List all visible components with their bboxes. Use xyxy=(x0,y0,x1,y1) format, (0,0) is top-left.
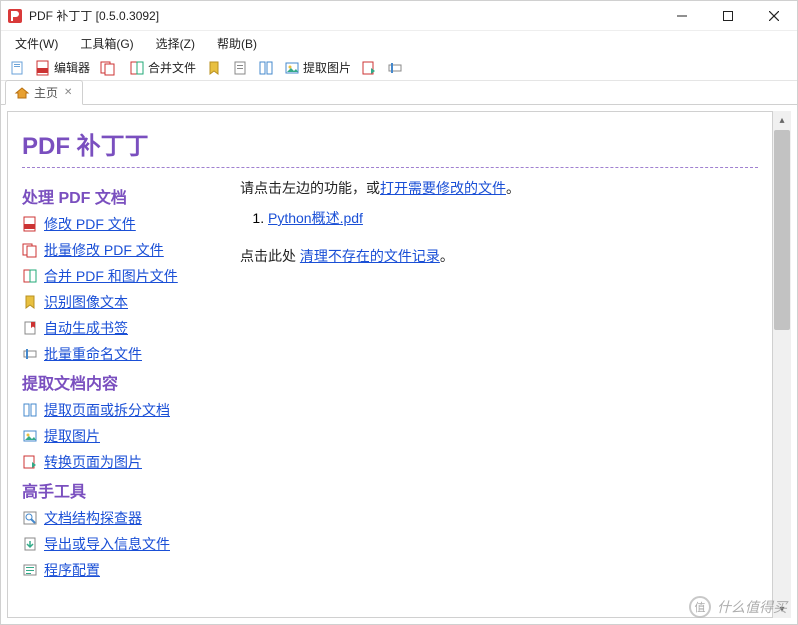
clean-pre: 点击此处 xyxy=(240,248,300,264)
bookmark-icon xyxy=(206,60,222,76)
intro-text: 请点击左边的功能，或打开需要修改的文件。 xyxy=(240,178,758,198)
toolbar-merge[interactable]: 合并文件 xyxy=(125,57,200,78)
menu-select[interactable]: 选择(Z) xyxy=(146,33,205,54)
close-button[interactable] xyxy=(751,1,797,31)
title-bar: PDF 补丁丁 [0.5.0.3092] xyxy=(1,1,797,31)
link-ocr[interactable]: 识别图像文本 xyxy=(44,292,128,312)
page-icon xyxy=(9,60,25,76)
toolbar-btn-a[interactable] xyxy=(5,58,29,78)
toolbar-editor[interactable]: 编辑器 xyxy=(31,57,94,78)
recent-files-list: Python概述.pdf xyxy=(268,208,758,228)
pdf-icon xyxy=(35,60,51,76)
toolbar-extract-img-label: 提取图片 xyxy=(303,59,351,76)
menu-help[interactable]: 帮助(B) xyxy=(207,33,267,54)
link-config[interactable]: 程序配置 xyxy=(44,560,100,580)
image-icon xyxy=(284,60,300,76)
bookmark-gen-icon xyxy=(22,320,38,336)
toolbar-btn-b[interactable] xyxy=(202,58,226,78)
menu-toolbox[interactable]: 工具箱(G) xyxy=(70,33,143,54)
window-title: PDF 补丁丁 [0.5.0.3092] xyxy=(29,7,659,24)
doc-icon xyxy=(232,60,248,76)
section-advanced-title: 高手工具 xyxy=(22,478,222,502)
scroll-thumb[interactable] xyxy=(774,130,790,330)
toolbar-btn-c[interactable] xyxy=(228,58,252,78)
batch-icon xyxy=(100,60,116,76)
scroll-up-button[interactable]: ▴ xyxy=(773,111,791,129)
link-merge[interactable]: 合并 PDF 和图片文件 xyxy=(44,266,178,286)
intro-pre: 请点击左边的功能，或 xyxy=(240,180,380,196)
function-list: 处理 PDF 文档 修改 PDF 文件 批量修改 PDF 文件 合并 PDF 和… xyxy=(22,178,222,580)
link-extract-pages[interactable]: 提取页面或拆分文档 xyxy=(44,400,170,420)
vertical-scrollbar[interactable]: ▴ ▾ xyxy=(773,111,791,618)
app-icon xyxy=(7,8,23,24)
menu-file[interactable]: 文件(W) xyxy=(5,33,68,54)
split-icon xyxy=(258,60,274,76)
inspector-icon xyxy=(22,510,38,526)
intro-post: 。 xyxy=(506,180,520,196)
toolbar-btn-e[interactable] xyxy=(357,58,381,78)
divider xyxy=(22,167,758,168)
link-bookmarks[interactable]: 自动生成书签 xyxy=(44,318,128,338)
clean-text: 点击此处 清理不存在的文件记录。 xyxy=(240,246,758,266)
rename-icon xyxy=(22,346,38,362)
toolbar-merge-label: 合并文件 xyxy=(148,59,196,76)
app-window: PDF 补丁丁 [0.5.0.3092] 文件(W) 工具箱(G) 选择(Z) … xyxy=(0,0,798,625)
toolbar-btn-f[interactable] xyxy=(383,58,407,78)
toolbar: 编辑器 合并文件 提取图片 xyxy=(1,55,797,81)
toolbar-btn-d[interactable] xyxy=(254,58,278,78)
scroll-track[interactable] xyxy=(773,331,791,600)
pdf-icon xyxy=(22,216,38,232)
section-process-title: 处理 PDF 文档 xyxy=(22,184,222,208)
tab-home[interactable]: 主页 ✕ xyxy=(5,80,83,105)
link-convert-pages[interactable]: 转换页面为图片 xyxy=(44,452,142,472)
link-extract-images[interactable]: 提取图片 xyxy=(44,426,100,446)
recent-file-1[interactable]: Python概述.pdf xyxy=(268,210,363,226)
merge-icon xyxy=(129,60,145,76)
home-page: PDF 补丁丁 处理 PDF 文档 修改 PDF 文件 批量修改 PDF 文件 … xyxy=(7,111,773,618)
scroll-down-button[interactable]: ▾ xyxy=(773,600,791,618)
tab-home-label: 主页 xyxy=(34,84,58,101)
link-inspector[interactable]: 文档结构探查器 xyxy=(44,508,142,528)
menu-bar: 文件(W) 工具箱(G) 选择(Z) 帮助(B) xyxy=(1,31,797,55)
ocr-icon xyxy=(22,294,38,310)
right-panel: 请点击左边的功能，或打开需要修改的文件。 Python概述.pdf 点击此处 清… xyxy=(240,178,758,580)
section-extract-title: 提取文档内容 xyxy=(22,370,222,394)
page-title: PDF 补丁丁 xyxy=(22,126,758,161)
toolbar-editor-label: 编辑器 xyxy=(54,59,90,76)
config-icon xyxy=(22,562,38,578)
tab-close-button[interactable]: ✕ xyxy=(62,87,74,98)
content-area: PDF 补丁丁 处理 PDF 文档 修改 PDF 文件 批量修改 PDF 文件 … xyxy=(1,105,797,624)
convert-icon xyxy=(361,60,377,76)
merge-icon xyxy=(22,268,38,284)
minimize-button[interactable] xyxy=(659,1,705,31)
convert-icon xyxy=(22,454,38,470)
clean-post: 。 xyxy=(440,248,454,264)
image-icon xyxy=(22,428,38,444)
link-batch-modify[interactable]: 批量修改 PDF 文件 xyxy=(44,240,164,260)
link-open-file[interactable]: 打开需要修改的文件 xyxy=(380,180,506,196)
tab-strip: 主页 ✕ xyxy=(1,81,797,105)
toolbar-batch[interactable] xyxy=(96,58,123,78)
link-rename[interactable]: 批量重命名文件 xyxy=(44,344,142,364)
rename-icon xyxy=(387,60,403,76)
link-clean-records[interactable]: 清理不存在的文件记录 xyxy=(300,248,440,264)
link-export[interactable]: 导出或导入信息文件 xyxy=(44,534,170,554)
link-modify-pdf[interactable]: 修改 PDF 文件 xyxy=(44,214,136,234)
export-icon xyxy=(22,536,38,552)
maximize-button[interactable] xyxy=(705,1,751,31)
home-icon xyxy=(14,85,30,101)
batch-icon xyxy=(22,242,38,258)
toolbar-extract-img[interactable]: 提取图片 xyxy=(280,57,355,78)
split-icon xyxy=(22,402,38,418)
